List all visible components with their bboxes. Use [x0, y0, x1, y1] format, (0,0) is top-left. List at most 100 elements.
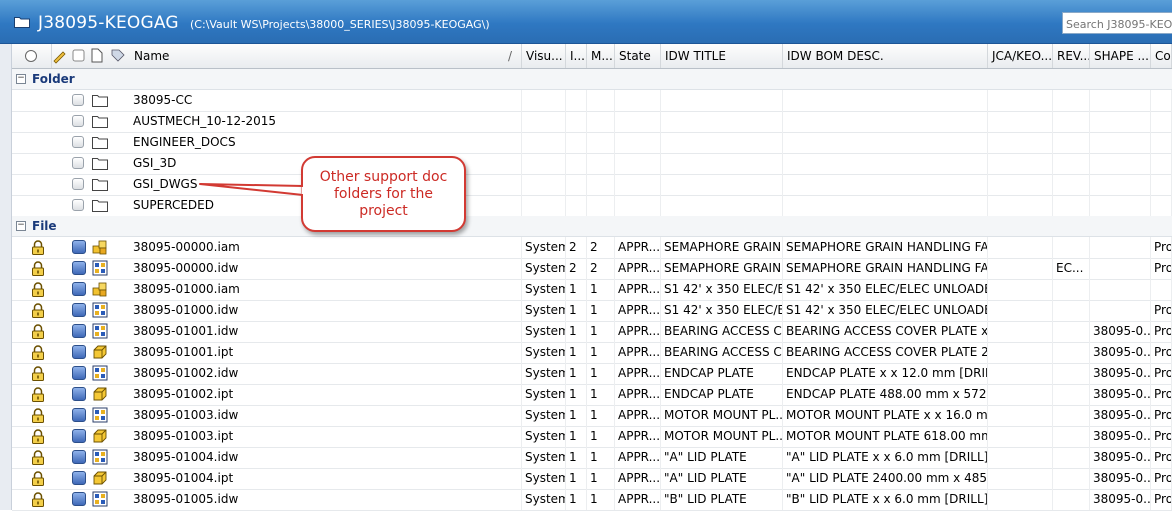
- cell-state: APPR...: [615, 321, 661, 342]
- left-splitter[interactable]: [0, 44, 12, 510]
- row-checkbox[interactable]: [72, 115, 84, 127]
- group-folder[interactable]: − Folder: [12, 69, 1172, 90]
- cell-i: 2: [566, 258, 587, 279]
- empty-cell: [522, 174, 566, 195]
- file-row[interactable]: 38095-01003.ipt System 1 1 APPR... MOTOR MOUN…: [12, 426, 1172, 448]
- cell-rev: [1053, 426, 1090, 447]
- folder-row[interactable]: GSI_3D: [12, 153, 1172, 175]
- file-row[interactable]: 38095-00000.iam System 2 2 APPR... SEMAPHORE …: [12, 237, 1172, 259]
- empty-cell: [587, 90, 615, 111]
- col-visualization[interactable]: Visu...: [522, 44, 566, 68]
- row-checkbox[interactable]: [72, 471, 86, 485]
- group-file[interactable]: − File: [12, 216, 1172, 237]
- row-checkbox[interactable]: [72, 282, 86, 296]
- col-idw-title[interactable]: IDW TITLE: [661, 44, 783, 68]
- search-input[interactable]: [1062, 12, 1172, 34]
- cell-jca: [988, 342, 1053, 363]
- select-column-header[interactable]: [12, 44, 52, 68]
- cell-jca: [988, 384, 1053, 405]
- cell-i: 1: [566, 468, 587, 489]
- drawing-icon: [92, 491, 108, 507]
- col-rev[interactable]: REV...: [1053, 44, 1090, 68]
- lock-icon: [32, 324, 44, 339]
- file-row[interactable]: 38095-01004.ipt System 1 1 APPR... "A" LID PL…: [12, 468, 1172, 490]
- cell-idw-title: ENDCAP PLATE: [661, 384, 783, 405]
- col-idw-bom-desc[interactable]: IDW BOM DESC.: [783, 44, 988, 68]
- folder-row[interactable]: 38095-CC: [12, 90, 1172, 112]
- empty-cell: [1053, 195, 1090, 216]
- col-jca-keo[interactable]: JCA/KEO...: [988, 44, 1053, 68]
- lock-icon: [32, 408, 44, 423]
- col-m[interactable]: M...: [587, 44, 615, 68]
- empty-cell: [1090, 174, 1151, 195]
- folder-row[interactable]: GSI_DWGS: [12, 174, 1172, 196]
- row-checkbox[interactable]: [72, 324, 86, 338]
- col-shape[interactable]: SHAPE ...: [1090, 44, 1151, 68]
- cell-shape: 38095-0...: [1090, 342, 1151, 363]
- icon-columns-header[interactable]: [52, 44, 132, 68]
- folder-row[interactable]: ENGINEER_DOCS: [12, 132, 1172, 154]
- col-co[interactable]: Co: [1151, 44, 1172, 68]
- lock-icon: [32, 240, 44, 255]
- folder-row[interactable]: AUSTMECH_10-12-2015: [12, 111, 1172, 133]
- cell-shape: 38095-0...: [1090, 384, 1151, 405]
- row-checkbox[interactable]: [72, 387, 86, 401]
- row-checkbox[interactable]: [72, 408, 86, 422]
- file-row[interactable]: 38095-01002.ipt System 1 1 APPR... ENDCAP PLA…: [12, 384, 1172, 406]
- cell-rev: [1053, 279, 1090, 300]
- cell-m: 2: [587, 237, 615, 258]
- empty-cell: [615, 153, 661, 174]
- file-row[interactable]: 38095-01001.idw System 1 1 APPR... BEARING AC…: [12, 321, 1172, 343]
- col-name[interactable]: Name: [130, 44, 522, 68]
- col-i[interactable]: I...: [566, 44, 587, 68]
- collapse-toggle-icon[interactable]: −: [16, 74, 26, 84]
- cell-name: 38095-00000.iam: [130, 237, 522, 258]
- row-checkbox[interactable]: [72, 450, 86, 464]
- empty-cell: [661, 195, 783, 216]
- file-row[interactable]: 38095-01002.idw System 1 1 APPR... ENDCAP PLA…: [12, 363, 1172, 385]
- row-checkbox[interactable]: [72, 492, 86, 506]
- row-checkbox[interactable]: [72, 366, 86, 380]
- file-row[interactable]: 38095-01000.iam System 1 1 APPR... S1 42' x 3…: [12, 279, 1172, 301]
- row-checkbox[interactable]: [72, 240, 86, 254]
- cell-state: APPR...: [615, 468, 661, 489]
- cell-idw-title: "A" LID PLATE: [661, 468, 783, 489]
- cell-shape: 38095-0...: [1090, 447, 1151, 468]
- cell-idw-title: S1 42' x 350 ELEC/EL...: [661, 300, 783, 321]
- file-row[interactable]: 38095-01005.idw System 1 1 APPR... "B" LID PL…: [12, 489, 1172, 511]
- file-row[interactable]: 38095-01001.ipt System 1 1 APPR... BEARING AC…: [12, 342, 1172, 364]
- cell-visu: System: [522, 342, 566, 363]
- folder-row[interactable]: SUPERCEDED: [12, 195, 1172, 217]
- cell-visu: System: [522, 279, 566, 300]
- part-icon: [93, 471, 107, 485]
- cell-co: Pro: [1151, 447, 1172, 468]
- cell-co: Pro: [1151, 468, 1172, 489]
- folder-name: 38095-CC: [130, 90, 522, 111]
- cell-name: 38095-01000.idw: [130, 300, 522, 321]
- cell-jca: [988, 279, 1053, 300]
- row-checkbox[interactable]: [72, 429, 86, 443]
- file-row[interactable]: 38095-01004.idw System 1 1 APPR... "A" LID PL…: [12, 447, 1172, 469]
- folder-icon: [92, 137, 108, 149]
- empty-cell: [988, 174, 1053, 195]
- empty-cell: [988, 111, 1053, 132]
- file-row[interactable]: 38095-01000.idw System 1 1 APPR... S1 42' x 3…: [12, 300, 1172, 322]
- folder-icon: [14, 17, 30, 28]
- col-state[interactable]: State: [615, 44, 661, 68]
- row-checkbox[interactable]: [72, 303, 86, 317]
- row-checkbox[interactable]: [72, 199, 84, 211]
- row-checkbox[interactable]: [72, 157, 84, 169]
- file-row[interactable]: 38095-00000.idw System 2 2 APPR... SEMAPHORE …: [12, 258, 1172, 280]
- row-checkbox[interactable]: [72, 136, 84, 148]
- title-bar: J38095-KEOGAG (C:\Vault WS\Projects\3800…: [0, 0, 1172, 44]
- lock-icon: [32, 450, 44, 465]
- row-checkbox[interactable]: [72, 94, 84, 106]
- row-checkbox[interactable]: [72, 345, 86, 359]
- file-row[interactable]: 38095-01003.idw System 1 1 APPR... MOTOR MOUN…: [12, 405, 1172, 427]
- collapse-toggle-icon[interactable]: −: [16, 221, 26, 231]
- empty-cell: [783, 153, 988, 174]
- row-checkbox[interactable]: [72, 178, 84, 190]
- circle-icon: [25, 50, 37, 62]
- row-checkbox[interactable]: [72, 261, 86, 275]
- lock-icon: [32, 303, 44, 318]
